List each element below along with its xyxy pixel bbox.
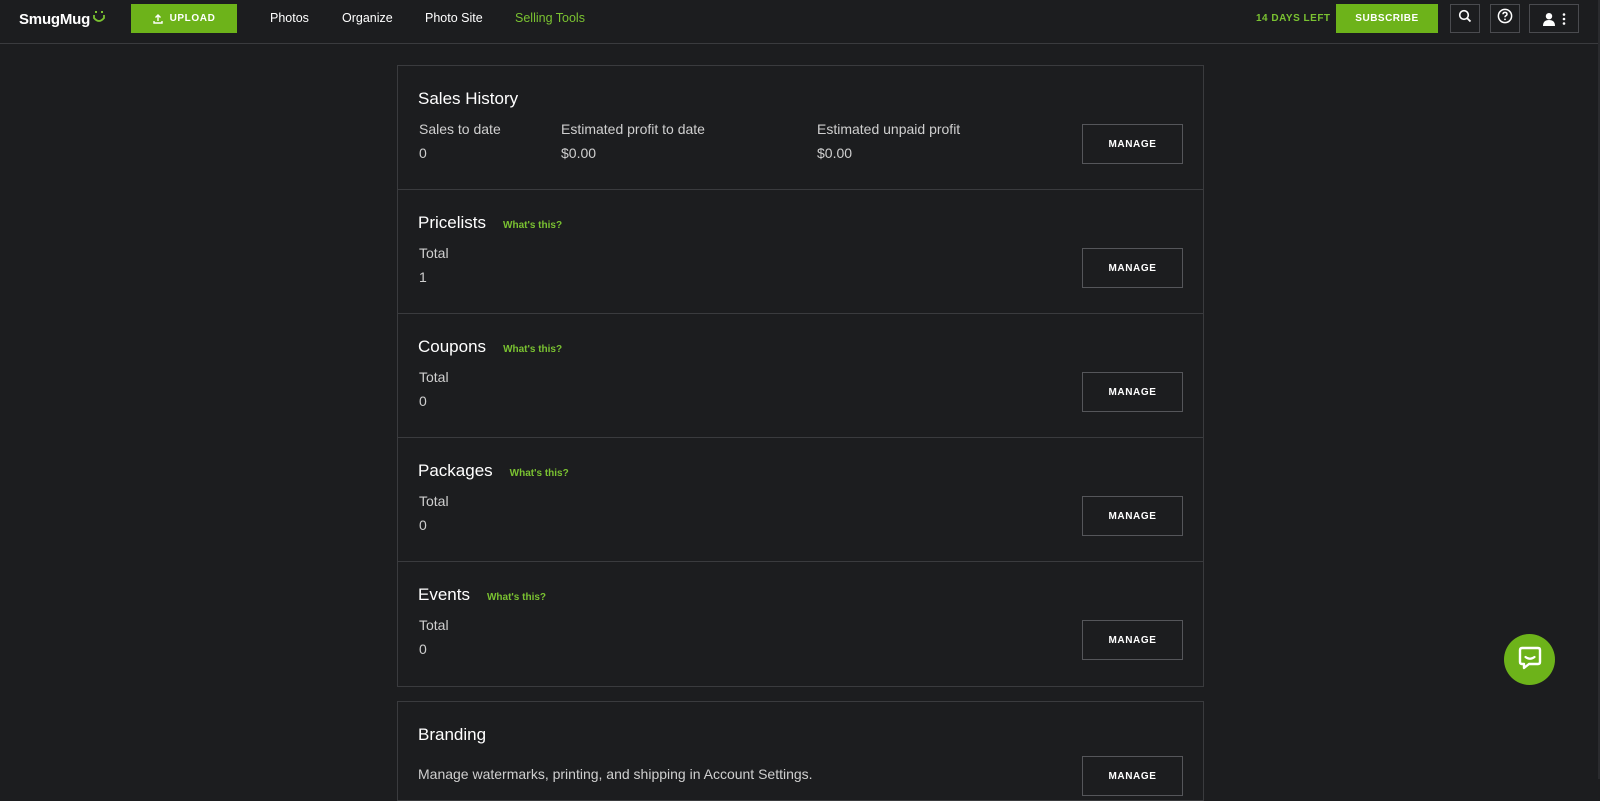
account-menu-button[interactable] — [1529, 4, 1579, 33]
stat-label: Total — [419, 245, 449, 261]
packages-manage-button[interactable]: MANAGE — [1082, 496, 1183, 536]
stat-value: $0.00 — [817, 145, 853, 161]
packages-whats-this-link[interactable]: What's this? — [510, 468, 569, 479]
stat-label: Total — [419, 369, 449, 385]
packages-total-stat: Total 0 — [419, 493, 449, 533]
pricelists-section: Pricelists What's this? Total 1 MANAGE — [398, 190, 1203, 314]
more-vertical-icon — [1562, 12, 1566, 26]
stat-value: 1 — [419, 269, 427, 285]
events-total-stat: Total 0 — [419, 617, 449, 657]
coupons-manage-button[interactable]: MANAGE — [1082, 372, 1183, 412]
coupons-section: Coupons What's this? Total 0 MANAGE — [398, 314, 1203, 438]
stat-label: Total — [419, 493, 449, 509]
pricelists-title: Pricelists — [418, 213, 487, 232]
coupons-whats-this-link[interactable]: What's this? — [503, 344, 562, 355]
events-section: Events What's this? Total 0 MANAGE — [398, 562, 1203, 686]
sales-history-title: Sales History — [418, 89, 519, 108]
stat-value: $0.00 — [561, 145, 597, 161]
user-icon — [1542, 12, 1556, 26]
trial-days-left[interactable]: 14 DAYS LEFT — [1256, 0, 1331, 36]
events-manage-button[interactable]: MANAGE — [1082, 620, 1183, 660]
pricelists-manage-button[interactable]: MANAGE — [1082, 248, 1183, 288]
smugmug-face-icon — [92, 10, 106, 24]
packages-title: Packages — [418, 461, 493, 480]
branding-description: Manage watermarks, printing, and shippin… — [418, 766, 813, 782]
upload-label: UPLOAD — [169, 13, 216, 24]
smugmug-logo[interactable]: SmugMug — [19, 8, 106, 30]
events-whats-this-link[interactable]: What's this? — [487, 592, 546, 603]
stat-label: Estimated profit to date — [561, 121, 705, 137]
search-icon — [1458, 9, 1472, 28]
help-icon — [1497, 8, 1513, 29]
coupons-title: Coupons — [418, 337, 487, 356]
coupons-total-stat: Total 0 — [419, 369, 449, 409]
stat-value: 0 — [419, 517, 427, 533]
logo-text: SmugMug — [19, 10, 91, 28]
top-nav-bar: SmugMug UPLOAD Photos Organize Photo Sit… — [0, 0, 1600, 44]
stat-value: 0 — [419, 641, 427, 657]
sales-history-manage-button[interactable]: MANAGE — [1082, 124, 1183, 164]
branding-panel: Branding Manage watermarks, printing, an… — [397, 701, 1204, 801]
estimated-unpaid-profit-stat: Estimated unpaid profit $0.00 — [817, 121, 960, 161]
nav-photos[interactable]: Photos — [270, 11, 309, 25]
nav-photo-site[interactable]: Photo Site — [425, 11, 483, 25]
stat-label: Sales to date — [419, 121, 501, 137]
subscribe-button[interactable]: SUBSCRIBE — [1336, 4, 1438, 33]
stat-value: 0 — [419, 145, 427, 161]
stat-label: Total — [419, 617, 449, 633]
nav-selling-tools[interactable]: Selling Tools — [515, 11, 585, 25]
events-title: Events — [418, 585, 470, 604]
search-button[interactable] — [1450, 4, 1480, 33]
branding-title: Branding — [418, 725, 487, 744]
help-button[interactable] — [1490, 4, 1520, 33]
chat-button[interactable] — [1504, 634, 1555, 685]
pricelists-whats-this-link[interactable]: What's this? — [503, 220, 562, 231]
branding-manage-button[interactable]: MANAGE — [1082, 756, 1183, 796]
selling-tools-panel: Sales History Sales to date 0 Estimated … — [397, 65, 1204, 687]
packages-section: Packages What's this? Total 0 MANAGE — [398, 438, 1203, 562]
stat-value: 0 — [419, 393, 427, 409]
upload-button[interactable]: UPLOAD — [131, 4, 237, 33]
upload-icon — [152, 13, 163, 24]
pricelists-total-stat: Total 1 — [419, 245, 449, 285]
stat-label: Estimated unpaid profit — [817, 121, 961, 137]
estimated-profit-stat: Estimated profit to date $0.00 — [561, 121, 705, 161]
chat-bubble-icon — [1517, 644, 1543, 675]
sales-to-date-stat: Sales to date 0 — [419, 121, 501, 161]
nav-organize[interactable]: Organize — [342, 11, 393, 25]
sales-history-section: Sales History Sales to date 0 Estimated … — [398, 66, 1203, 190]
